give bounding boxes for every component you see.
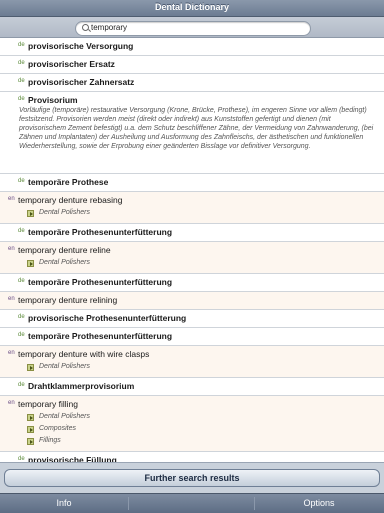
category-label: Composites bbox=[39, 425, 76, 432]
category-arrow-icon bbox=[27, 414, 34, 421]
category-label: Dental Polishers bbox=[39, 413, 90, 420]
language-code: de bbox=[18, 78, 25, 84]
entry-term: temporäre Prothesenunterfütterung bbox=[28, 277, 173, 287]
entry-term: Drahtklammerprovisorium bbox=[28, 381, 135, 391]
language-code: en bbox=[8, 196, 15, 202]
language-code: de bbox=[18, 382, 25, 388]
entry-term: temporary filling bbox=[18, 399, 78, 409]
entry-row-german[interactable]: de Drahtklammerprovisorium bbox=[0, 378, 384, 396]
entry-term: temporäre Prothesenunterfütterung bbox=[28, 331, 173, 341]
entry-term: temporäre Prothese bbox=[28, 177, 109, 187]
further-search-results-button[interactable]: Further search results bbox=[4, 469, 380, 487]
entry-term: temporäre Prothesenunterfütterung bbox=[28, 227, 173, 237]
entry-row-german[interactable]: de provisorischer Ersatz bbox=[0, 56, 384, 74]
language-code: en bbox=[8, 350, 15, 356]
entry-row-german[interactable]: de temporäre Prothesenunterfütterung bbox=[0, 328, 384, 346]
category-arrow-icon bbox=[27, 210, 34, 217]
entry-term: provisorischer Zahnersatz bbox=[28, 77, 135, 87]
category-label: Dental Polishers bbox=[39, 209, 90, 216]
category-label: Dental Polishers bbox=[39, 363, 90, 370]
entry-term: temporary denture reline bbox=[18, 245, 111, 255]
language-code: en bbox=[8, 296, 15, 302]
search-bar: temporary bbox=[0, 17, 384, 38]
entry-row-german[interactable]: de temporäre Prothesenunterfütterung bbox=[0, 274, 384, 292]
language-code: en bbox=[8, 400, 15, 406]
entry-term: provisorische Versorgung bbox=[28, 41, 134, 51]
entry-row-english[interactable]: en temporary filling Dental Polishers Compo… bbox=[0, 396, 384, 452]
entry-row-german[interactable]: de Provisorium Vorläufige (temporäre) rest… bbox=[0, 92, 384, 174]
entry-row-german[interactable]: de temporäre Prothesenunterfütterung bbox=[0, 224, 384, 242]
entry-term: provisorischer Ersatz bbox=[28, 59, 115, 69]
entry-row-german[interactable]: de provisorischer Zahnersatz bbox=[0, 74, 384, 92]
entry-row-english[interactable]: en temporary denture with wire clasps Dent… bbox=[0, 346, 384, 378]
options-tab[interactable]: Options bbox=[254, 494, 384, 513]
bottom-toolbar: Info Options bbox=[0, 493, 384, 513]
language-code: de bbox=[18, 456, 25, 462]
category-label: Dental Polishers bbox=[39, 259, 90, 266]
search-input[interactable]: temporary bbox=[75, 21, 311, 36]
language-code: de bbox=[18, 228, 25, 234]
entry-row-english[interactable]: en temporary denture rebasing Dental Polis… bbox=[0, 192, 384, 224]
entry-row-german[interactable]: de provisorische Füllung bbox=[0, 452, 384, 463]
entry-row-german[interactable]: de provisorische Prothesenunterfütterung bbox=[0, 310, 384, 328]
search-icon bbox=[82, 24, 89, 31]
entry-term: temporary denture rebasing bbox=[18, 195, 123, 205]
toolbar-divider bbox=[128, 497, 129, 510]
entry-row-english[interactable]: en temporary denture relining bbox=[0, 292, 384, 310]
language-code: de bbox=[18, 42, 25, 48]
language-code: de bbox=[18, 96, 25, 102]
entry-term: provisorische Prothesenunterfütterung bbox=[28, 313, 187, 323]
entry-definition: Vorläufige (temporäre) restaurative Vers… bbox=[19, 107, 374, 150]
app-title: Dental Dictionary bbox=[154, 2, 230, 12]
language-code: de bbox=[18, 278, 25, 284]
results-list[interactable]: de provisorische Versorgung de provisorisch… bbox=[0, 38, 384, 463]
search-query: temporary bbox=[91, 23, 128, 32]
entry-term: provisorische Füllung bbox=[28, 455, 117, 463]
category-arrow-icon bbox=[27, 364, 34, 371]
entry-row-german[interactable]: de temporäre Prothese bbox=[0, 174, 384, 192]
entry-row-german[interactable]: de provisorische Versorgung bbox=[0, 38, 384, 56]
category-arrow-icon bbox=[27, 438, 34, 445]
category-label: Fillings bbox=[39, 437, 61, 444]
language-code: de bbox=[18, 332, 25, 338]
info-tab[interactable]: Info bbox=[0, 494, 128, 513]
entry-row-english[interactable]: en temporary denture reline Dental Polishe… bbox=[0, 242, 384, 274]
category-arrow-icon bbox=[27, 426, 34, 433]
entry-term: temporary denture relining bbox=[18, 295, 118, 305]
language-code: de bbox=[18, 314, 25, 320]
entry-term: temporary denture with wire clasps bbox=[18, 349, 150, 359]
title-bar: Dental Dictionary bbox=[0, 0, 384, 17]
language-code: de bbox=[18, 60, 25, 66]
entry-term: Provisorium bbox=[28, 95, 78, 105]
language-code: en bbox=[8, 246, 15, 252]
category-arrow-icon bbox=[27, 260, 34, 267]
language-code: de bbox=[18, 178, 25, 184]
